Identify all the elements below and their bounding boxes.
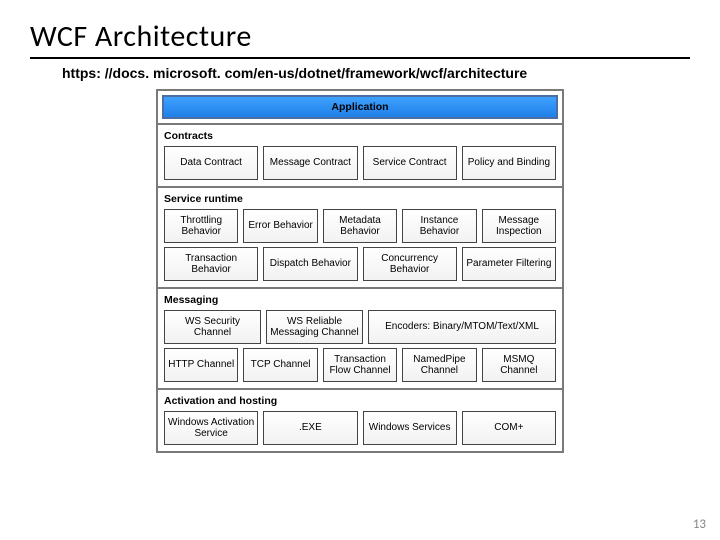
box-instance-behavior: Instance Behavior: [402, 209, 476, 243]
box-tcp-channel: TCP Channel: [243, 348, 317, 382]
layer-title: Service runtime: [164, 193, 556, 205]
page-title: WCF Architecture: [30, 18, 690, 59]
box-error-behavior: Error Behavior: [243, 209, 317, 243]
slide: WCF Architecture https: //docs. microsof…: [0, 0, 720, 540]
layer-title: Activation and hosting: [164, 395, 556, 407]
layer-contracts: Contracts Data Contract Message Contract…: [158, 123, 562, 186]
box-dispatch-behavior: Dispatch Behavior: [263, 247, 357, 281]
layer-title: Messaging: [164, 294, 556, 306]
layer-row: WS Security Channel WS Reliable Messagin…: [164, 310, 556, 344]
box-exe: .EXE: [263, 411, 357, 445]
box-parameter-filtering: Parameter Filtering: [462, 247, 556, 281]
layer-title: Contracts: [164, 130, 556, 142]
box-com-plus: COM+: [462, 411, 556, 445]
box-transaction-flow-channel: Transaction Flow Channel: [323, 348, 397, 382]
box-windows-activation-service: Windows Activation Service: [164, 411, 258, 445]
layer-service-runtime: Service runtime Throttling Behavior Erro…: [158, 186, 562, 287]
layer-row: Throttling Behavior Error Behavior Metad…: [164, 209, 556, 243]
reference-link: https: //docs. microsoft. com/en-us/dotn…: [62, 65, 690, 81]
box-ws-reliable-messaging-channel: WS Reliable Messaging Channel: [266, 310, 363, 344]
box-policy-binding: Policy and Binding: [462, 146, 556, 180]
box-concurrency-behavior: Concurrency Behavior: [363, 247, 457, 281]
box-message-contract: Message Contract: [263, 146, 357, 180]
box-encoders: Encoders: Binary/MTOM/Text/XML: [368, 310, 556, 344]
box-namedpipe-channel: NamedPipe Channel: [402, 348, 476, 382]
box-ws-security-channel: WS Security Channel: [164, 310, 261, 344]
box-throttling-behavior: Throttling Behavior: [164, 209, 238, 243]
page-number: 13: [693, 517, 706, 532]
box-data-contract: Data Contract: [164, 146, 258, 180]
box-transaction-behavior: Transaction Behavior: [164, 247, 258, 281]
layer-messaging: Messaging WS Security Channel WS Reliabl…: [158, 287, 562, 388]
box-message-inspection: Message Inspection: [482, 209, 556, 243]
layer-row: Data Contract Message Contract Service C…: [164, 146, 556, 180]
layer-row: Windows Activation Service .EXE Windows …: [164, 411, 556, 445]
layer-activation-hosting: Activation and hosting Windows Activatio…: [158, 388, 562, 451]
box-metadata-behavior: Metadata Behavior: [323, 209, 397, 243]
layer-row: HTTP Channel TCP Channel Transaction Flo…: [164, 348, 556, 382]
box-windows-services: Windows Services: [363, 411, 457, 445]
architecture-diagram: Application Contracts Data Contract Mess…: [156, 89, 564, 453]
box-http-channel: HTTP Channel: [164, 348, 238, 382]
layer-row: Transaction Behavior Dispatch Behavior C…: [164, 247, 556, 281]
box-service-contract: Service Contract: [363, 146, 457, 180]
box-msmq-channel: MSMQ Channel: [482, 348, 556, 382]
application-header: Application: [162, 95, 558, 119]
